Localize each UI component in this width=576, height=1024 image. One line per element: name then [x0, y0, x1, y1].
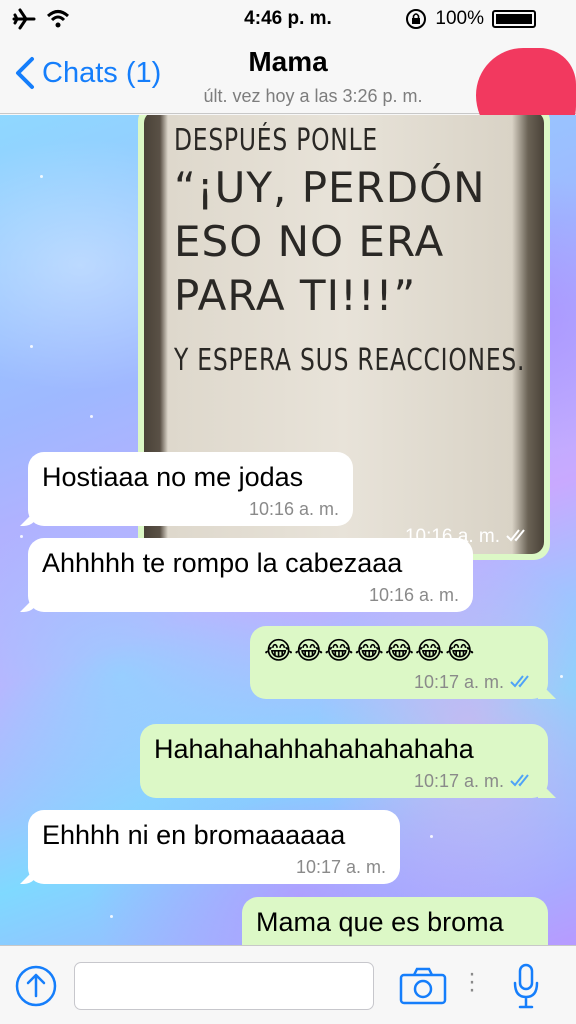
status-right: 100% [405, 8, 536, 30]
microphone-icon[interactable] [510, 962, 542, 1010]
message-text: Hahahahahhahahahahaha [154, 734, 474, 764]
double-check-read-icon [510, 672, 534, 693]
message-time: 10:16 a. m. [368, 585, 459, 605]
battery-percent: 100% [435, 8, 484, 29]
image-text-line: DESPUÉS PONLE [174, 123, 378, 158]
message-meta: 10:16 a. m. [42, 585, 459, 606]
input-bar: · · · [0, 945, 576, 1024]
image-text-line: “¡UY, PERDÓN [174, 163, 486, 212]
message-outgoing[interactable]: Mama que es broma [242, 897, 548, 945]
message-text: Hostiaaa no me jodas [42, 462, 304, 492]
nav-bar: Chats (1) Mama últ. vez hoy a las 3:26 p… [0, 38, 576, 148]
message-outgoing[interactable]: Hahahahahhahahahahaha 10:17 a. m. [140, 724, 548, 798]
message-text: Ahhhhh te rompo la cabezaaa [42, 548, 403, 578]
message-text: Mama que es broma [256, 907, 504, 937]
message-meta: 10:17 a. m. [264, 672, 534, 693]
message-input[interactable] [74, 962, 374, 1010]
more-icon[interactable]: · · · [468, 962, 476, 1002]
image-text-line: PARA TI!!!” [174, 271, 417, 320]
message-time: 10:16 a. m. [248, 499, 339, 519]
upload-icon[interactable] [14, 964, 58, 1008]
battery-icon [492, 10, 536, 28]
chat-area[interactable]: DESPUÉS PONLE “¡UY, PERDÓN ESO NO ERA PA… [0, 115, 576, 945]
image-text-line: ESO NO ERA [174, 217, 445, 266]
message-meta: 10:17 a. m. [154, 771, 534, 792]
status-bar: 4:46 p. m. 100% [0, 0, 576, 38]
message-incoming[interactable]: Ehhhh ni en bromaaaaaa 10:17 a. m. [28, 810, 400, 884]
message-outgoing[interactable]: 😂😂😂😂😂😂😂 10:17 a. m. [250, 626, 548, 699]
message-incoming[interactable]: Ahhhhh te rompo la cabezaaa 10:16 a. m. [28, 538, 473, 612]
message-time: 10:17 a. m. [413, 771, 504, 791]
double-check-icon [506, 526, 530, 548]
message-meta: 10:17 a. m. [42, 857, 386, 878]
message-time: 10:17 a. m. [295, 857, 386, 877]
message-incoming[interactable]: Hostiaaa no me jodas 10:16 a. m. [28, 452, 353, 526]
message-text: 😂😂😂😂😂😂😂 [264, 637, 476, 665]
double-check-read-icon [510, 771, 534, 792]
image-text-line: Y ESPERA SUS REACCIONES. [174, 343, 526, 378]
message-time: 10:17 a. m. [413, 672, 504, 692]
message-meta: 10:16 a. m. [42, 499, 339, 520]
message-text: Ehhhh ni en bromaaaaaa [42, 820, 346, 850]
camera-icon[interactable] [398, 966, 448, 1006]
rotation-lock-icon [406, 9, 427, 29]
